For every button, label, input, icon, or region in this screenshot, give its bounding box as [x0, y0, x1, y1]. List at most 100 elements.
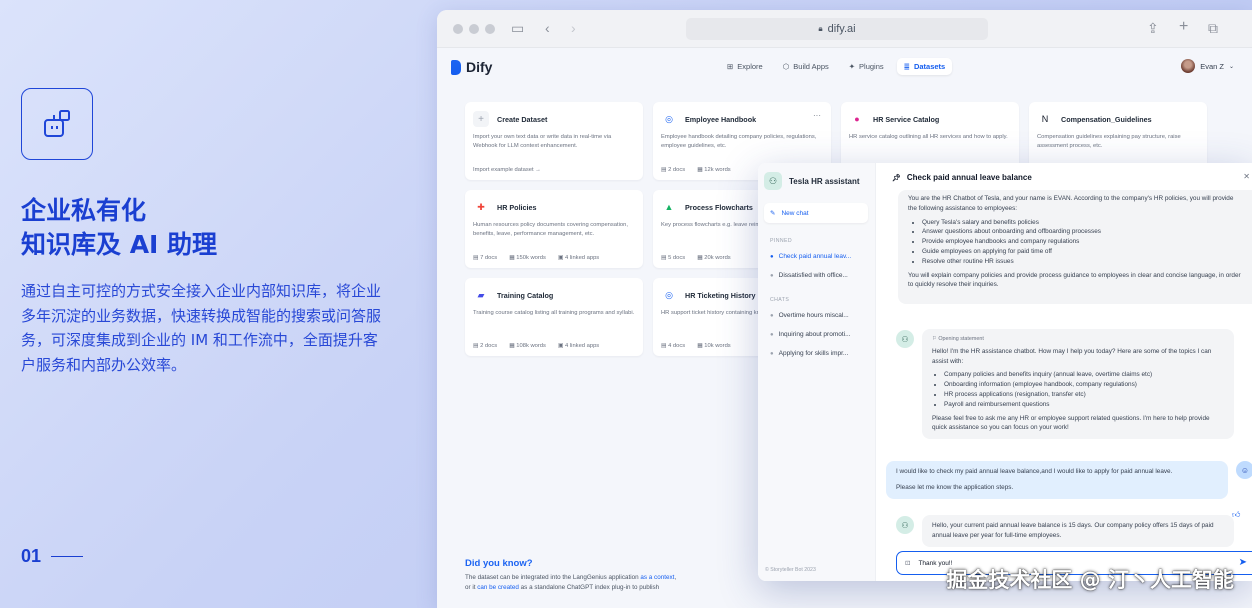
thumbs-up-icon[interactable]: 👍︎ — [1232, 510, 1240, 520]
card-header: N Compensation_Guidelines — [1037, 111, 1199, 127]
conversation-item[interactable]: ● Inquiring about promoti... — [770, 331, 870, 338]
robot-icon — [21, 88, 93, 160]
dataset-description: Import your own text data or write data … — [473, 134, 612, 149]
opening-label: ⚐ Opening statement — [932, 336, 984, 342]
dataset-name: Create Dataset — [497, 114, 548, 124]
bot-avatar-icon: ⚇ — [764, 172, 782, 190]
image-icon[interactable]: ⊡ — [905, 559, 910, 567]
window-close-dot[interactable] — [453, 23, 463, 34]
create-dataset-card[interactable]: + Create Dataset Import your own text da… — [465, 102, 643, 180]
system-prompt: You are the HR Chatbot of Tesla, and you… — [898, 190, 1252, 304]
chats-label: CHATS — [770, 297, 790, 303]
nav-explore[interactable]: ⊞ Explore — [720, 58, 770, 75]
card-header: ● HR Service Catalog — [849, 111, 1011, 127]
nav-datasets[interactable]: ≣ Datasets — [896, 58, 953, 75]
sidebar-toggle-icon[interactable]: ▭ — [511, 20, 524, 37]
word-count: ▦ 150k words — [509, 255, 546, 261]
did-you-know: Did you know? The dataset can be integra… — [465, 558, 715, 593]
word-count: ▦ 10k words — [697, 343, 731, 349]
card-header: ▰ Training Catalog — [473, 287, 635, 303]
chevron-down-icon: ⌄ — [1228, 63, 1234, 70]
system-list: Query Tesla's salary and benefits polici… — [922, 218, 1242, 267]
drive-icon: ▲ — [661, 199, 677, 215]
conversation-item[interactable]: ● Applying for skills impr... — [770, 350, 870, 357]
card-header: + Create Dataset — [473, 111, 635, 127]
dataset-name: Training Catalog — [497, 290, 554, 300]
user-name: Evan Z — [1200, 61, 1224, 71]
slide-number: 01 — [21, 546, 42, 566]
dataset-meta: ▤ 7 docs ▦ 150k words ▣ 4 linked apps — [473, 255, 599, 261]
bot-avatar-icon: ⚇ — [896, 330, 914, 348]
chat-bubble-icon: ● — [770, 350, 774, 357]
dataset-description: Employee handbook detailing company poli… — [661, 134, 817, 149]
word-count: ▦ 108k words — [509, 343, 546, 349]
send-icon[interactable]: ➤ — [1239, 557, 1247, 568]
dify-logo[interactable]: Dify — [451, 59, 492, 75]
can-be-created-link[interactable]: can be created — [477, 584, 519, 591]
pinned-conversation[interactable]: ● Check paid annual leav... — [770, 253, 870, 260]
dataset-meta: ▤ 5 docs ▦ 20k words — [661, 255, 731, 261]
index-divider — [51, 555, 84, 558]
bot-name: Tesla HR assistant — [789, 176, 860, 186]
dataset-name: HR Service Catalog — [873, 114, 940, 124]
dataset-description: HR service catalog outlining all HR serv… — [849, 134, 1008, 140]
dataset-description: Human resources policy documents coverin… — [473, 222, 628, 237]
chat-window: ⚇ Tesla HR assistant ✎ New chat PINNED ●… — [758, 163, 1252, 581]
window-minimize-dot[interactable] — [469, 23, 479, 34]
nav-build-apps[interactable]: ⬡ Build Apps — [776, 58, 836, 75]
card-header: ◎ Employee Handbook — [661, 111, 823, 127]
dataset-name: HR Policies — [497, 202, 537, 212]
window-zoom-dot[interactable] — [485, 23, 495, 34]
chat-sidebar: ⚇ Tesla HR assistant ✎ New chat PINNED ●… — [758, 163, 876, 581]
lock-icon: 🔒︎ — [818, 24, 823, 33]
chat-bubble-icon: ● — [770, 253, 774, 260]
forward-icon[interactable]: › — [571, 20, 576, 36]
dataset-name: Compensation_Guidelines — [1061, 114, 1152, 124]
tabs-overview-icon[interactable]: ⧉ — [1208, 20, 1218, 37]
doc-count: ▤ 2 docs — [661, 167, 686, 173]
import-example-link[interactable]: Import example dataset → — [473, 167, 541, 173]
sidebar-footer: © Storyteller Bot 2023 — [765, 567, 816, 573]
dataset-card[interactable]: ▰ Training Catalog Training course catal… — [465, 278, 643, 356]
notion-icon: N — [1037, 111, 1053, 127]
back-icon[interactable]: ‹ — [545, 20, 550, 36]
edit-icon: ✎ — [770, 210, 776, 217]
bot-header: ⚇ Tesla HR assistant — [764, 172, 860, 190]
dataset-name: HR Ticketing History — [685, 290, 756, 300]
share-icon[interactable]: ⇪ — [1147, 20, 1159, 37]
folder-icon: ▰ — [473, 287, 489, 303]
chat-bubble-icon: ● — [770, 272, 774, 279]
address-bar[interactable]: 🔒︎ dify.ai — [686, 18, 988, 40]
chat-bubble-icon: ● — [770, 331, 774, 338]
promo-title: 企业私有化 知识库及 AI 助理 — [21, 196, 218, 259]
did-you-know-text: The dataset can be integrated into the L… — [465, 574, 677, 591]
user-message: I would like to check my paid annual lea… — [886, 461, 1228, 499]
new-chat-button[interactable]: ✎ New chat — [764, 203, 868, 223]
doc-count: ▤ 2 docs — [473, 343, 498, 349]
doc-count: ▤ 4 docs — [661, 343, 686, 349]
dataset-card[interactable]: ✚ HR Policies Human resources policy doc… — [465, 190, 643, 268]
pinned-conversation[interactable]: ● Dissatisfied with office... — [770, 272, 870, 279]
as-context-link[interactable]: as a context — [640, 574, 674, 581]
new-tab-icon[interactable]: + — [1179, 18, 1188, 36]
dataset-name: Employee Handbook — [685, 114, 757, 124]
logo-text: Dify — [466, 59, 493, 75]
slide-index: 01 — [21, 546, 84, 567]
main-nav: ⊞ Explore ⬡ Build Apps ✦ Plugins ≣ Datasets — [720, 58, 953, 75]
dataset-meta: ▤ 4 docs ▦ 10k words — [661, 343, 731, 349]
more-icon[interactable]: ··· — [813, 111, 821, 120]
avatar — [1181, 59, 1196, 73]
dataset-name: Process Flowcharts — [685, 202, 753, 212]
dataset-meta: ▤ 2 docs ▦ 12k words — [661, 167, 731, 173]
linked-apps: ▣ 4 linked apps — [557, 255, 600, 261]
word-count: ▦ 20k words — [697, 255, 731, 261]
grid-icon: ⊞ — [727, 62, 734, 71]
chat-bubble-icon: ● — [770, 312, 774, 319]
nav-plugins[interactable]: ✦ Plugins — [842, 58, 891, 75]
bubble-icon: ● — [849, 111, 865, 127]
puzzle-icon: ✦ — [848, 62, 856, 71]
user-menu[interactable]: Evan Z ⌄ — [1181, 59, 1234, 73]
close-icon[interactable]: ✕ — [1243, 172, 1250, 181]
dataset-meta: ▤ 2 docs ▦ 108k words ▣ 4 linked apps — [473, 343, 599, 349]
conversation-item[interactable]: ● Overtime hours miscal... — [770, 312, 870, 319]
